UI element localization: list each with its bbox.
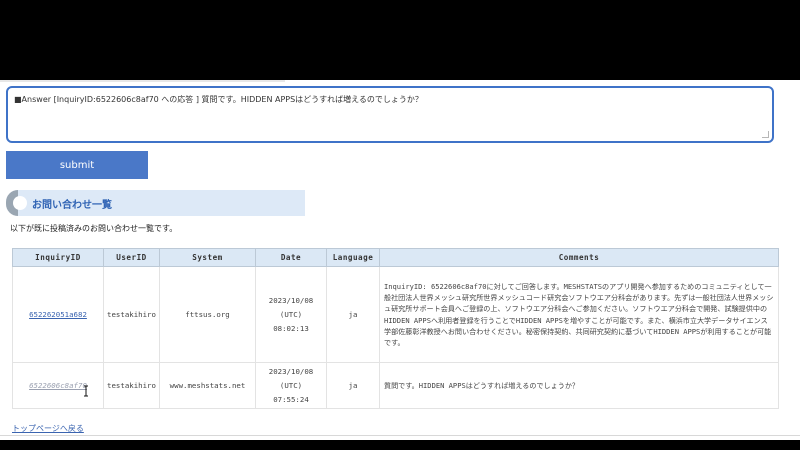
user-id-cell: testakihiro (103, 362, 160, 409)
inquiry-table: InquiryID UserID System Date Language Co… (12, 248, 779, 409)
col-inquiryid: InquiryID (12, 248, 104, 267)
time-text: 07:55:24 (273, 394, 309, 404)
submit-button[interactable]: submit (6, 151, 148, 179)
section-bullet-dot (13, 196, 27, 210)
table-header-row: InquiryID UserID System Date Language Co… (12, 248, 779, 267)
section-title: お問い合わせ一覧 (32, 200, 112, 211)
inquiry-id-link[interactable]: 6522606c8af70 (29, 381, 87, 390)
col-userid: UserID (103, 248, 160, 267)
language-cell: ja (326, 362, 380, 409)
col-system: System (159, 248, 256, 267)
user-id-cell: testakihiro (103, 266, 160, 363)
language-cell: ja (326, 266, 380, 363)
system-cell: fttsus.org (159, 266, 256, 363)
date-text: 2023/10/08 (268, 366, 314, 376)
col-date: Date (255, 248, 327, 267)
col-comments: Comments (379, 248, 779, 267)
comments-cell: InquiryID: 6522606c8af70に対してご回答します。MESHS… (379, 266, 779, 363)
date-text: 2023/10/08 (268, 295, 314, 305)
date-cell: 2023/10/08 (UTC) 08:02:13 (255, 266, 327, 363)
table-row: 6522606c8af70 testakihiro www.meshstats.… (12, 362, 779, 409)
page-content: ■Answer [InquiryID:6522606c8af70 への応答 ] … (0, 80, 800, 440)
inquiry-id-link[interactable]: 652262051a682 (29, 310, 87, 319)
comments-cell: 質問です。HIDDEN APPSはどうすれば増えるのでしょうか？ (379, 362, 779, 409)
section-heading: お問い合わせ一覧 (6, 190, 305, 216)
answer-text: ■Answer [InquiryID:6522606c8af70 への応答 ] … (14, 95, 423, 104)
table-row: 652262051a682 testakihiro fttsus.org 202… (12, 266, 779, 363)
back-to-top-link[interactable]: トップページへ戻る (12, 423, 84, 434)
text-cursor-icon (84, 385, 88, 397)
divider (0, 80, 285, 82)
col-language: Language (326, 248, 380, 267)
tz-text: (UTC) (279, 309, 303, 319)
date-cell: 2023/10/08 (UTC) 07:55:24 (255, 362, 327, 409)
answer-textarea[interactable]: ■Answer [InquiryID:6522606c8af70 への応答 ] … (6, 86, 774, 143)
footer-divider (0, 435, 800, 436)
tz-text: (UTC) (279, 380, 303, 390)
resize-grip-icon[interactable] (762, 131, 769, 138)
time-text: 08:02:13 (273, 323, 309, 333)
section-intro: 以下が既に投稿済みのお問い合わせ一覧です。 (10, 224, 178, 233)
system-cell: www.meshstats.net (159, 362, 256, 409)
